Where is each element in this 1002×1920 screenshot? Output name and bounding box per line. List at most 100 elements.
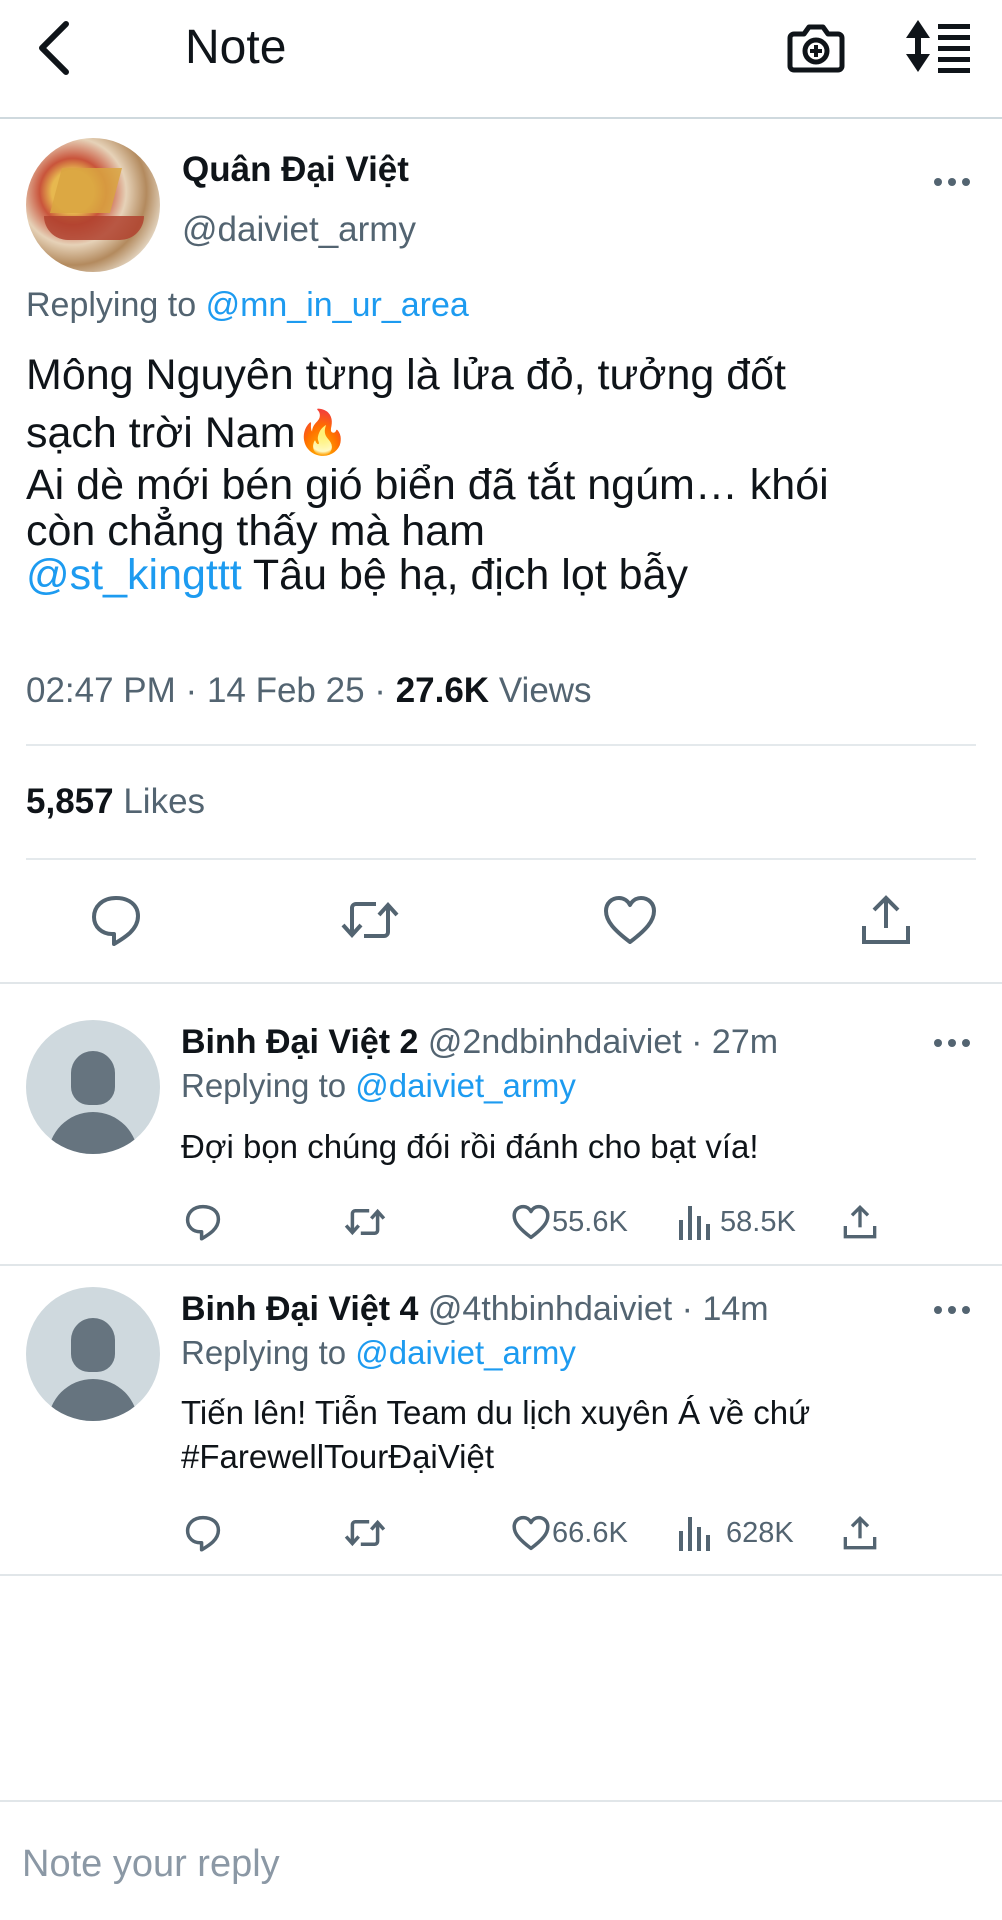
replying-to-label: Replying to (181, 1334, 347, 1371)
replying-to-handle[interactable]: @daiviet_army (355, 1067, 576, 1104)
retweet-button[interactable] (342, 1200, 388, 1244)
divider (26, 744, 976, 746)
reply-composer (0, 1800, 1002, 1920)
share-icon (862, 895, 910, 944)
reply-time: 27m (711, 1023, 779, 1061)
comment-icon (92, 896, 140, 946)
heart-icon (512, 1204, 550, 1240)
share-button[interactable] (840, 1200, 880, 1244)
default-avatar-body (48, 1379, 138, 1421)
reply-text: Đợi bọn chúng đói rồi đánh cho bạt vía! (181, 1128, 759, 1165)
likes-count: 5,857 (26, 782, 114, 821)
tweet-text-fragment: Tâu bệ hạ, địch lọt bẫy (241, 551, 688, 599)
analytics-icon (679, 1517, 710, 1551)
replying-to-label: Replying to (181, 1067, 347, 1104)
view-count: 628K (726, 1516, 794, 1549)
page-title: Note (185, 21, 287, 74)
share-button[interactable] (840, 1511, 880, 1555)
avatar-image-hull (44, 216, 144, 240)
back-button[interactable] (32, 18, 82, 78)
sort-button[interactable] (904, 14, 974, 78)
likes-label: Likes (123, 782, 206, 821)
chevron-left-icon (39, 21, 69, 75)
tweet-date: 14 Feb 25 (206, 671, 365, 710)
tweet-text-line: @st_kingttt Tâu bệ hạ, địch lọt bẫy (26, 546, 976, 604)
replying-to: Replying to @daiviet_army (181, 1065, 576, 1107)
like-button[interactable]: 66.6K (510, 1511, 628, 1555)
more-options-button[interactable] (932, 1298, 972, 1322)
reply-time: 14m (702, 1290, 769, 1328)
more-dots-icon (934, 178, 970, 186)
heart-icon (512, 1515, 550, 1551)
like-count: 66.6K (552, 1516, 628, 1549)
reply-button[interactable] (182, 1511, 224, 1555)
retweet-icon (344, 1208, 386, 1236)
tweet-time: 02:47 PM (26, 671, 176, 710)
camera-button[interactable] (786, 14, 846, 78)
view-count: 58.5K (720, 1205, 796, 1238)
reply-author-handle[interactable]: @4thbinhdaiviet (428, 1290, 672, 1328)
like-count: 55.6K (552, 1205, 628, 1238)
hashtag-link[interactable]: #FarewellTourĐạiViệt (181, 1435, 494, 1479)
comment-icon (185, 1204, 221, 1241)
divider (0, 1574, 1002, 1576)
sort-list-icon (906, 20, 970, 73)
replying-to-handle[interactable]: @daiviet_army (355, 1334, 576, 1371)
tweet-text-line: Mông Nguyên từng là lửa đỏ, tưởng đốt (26, 351, 786, 399)
author-handle[interactable]: @daiviet_army (182, 208, 416, 252)
top-bar: Note (0, 0, 1002, 119)
replying-to: Replying to @daiviet_army (181, 1332, 576, 1374)
reply-text: Tiến lên! Tiễn Team du lịch xuyên Á về c… (181, 1394, 811, 1431)
more-options-button[interactable] (932, 170, 972, 194)
tweet-text: Mông Nguyên từng là lửa đỏ, tưởng đốt sạ… (26, 346, 976, 604)
reply-author: Binh Đại Việt 2 @2ndbinhdaiviet · 27m (181, 1023, 779, 1061)
reply-author-handle[interactable]: @2ndbinhdaiviet (428, 1023, 682, 1061)
author-avatar[interactable] (26, 138, 160, 272)
retweet-button[interactable] (340, 890, 400, 950)
reply-avatar[interactable] (26, 1020, 160, 1154)
analytics-icon (679, 1206, 710, 1240)
reply-author: Binh Đại Việt 4 @4thbinhdaiviet · 14m (181, 1290, 769, 1328)
reply-avatar[interactable] (26, 1287, 160, 1421)
reply-input[interactable] (22, 1836, 962, 1892)
more-dots-icon (934, 1039, 970, 1047)
tweet-text-line: sạch trời Nam🔥 (26, 404, 976, 462)
views-button[interactable]: 628K (676, 1511, 794, 1555)
reply-author-name[interactable]: Binh Đại Việt 4 (181, 1290, 418, 1328)
heart-icon (604, 896, 656, 944)
more-options-button[interactable] (932, 1031, 972, 1055)
mention-link[interactable]: @st_kingttt (26, 551, 242, 599)
views-label: Views (498, 671, 592, 710)
default-avatar-body (48, 1112, 138, 1154)
retweet-button[interactable] (342, 1511, 388, 1555)
share-icon (843, 1204, 877, 1239)
default-avatar-head (71, 1051, 115, 1105)
reply-button[interactable] (86, 890, 146, 950)
views-count: 27.6K (395, 671, 490, 710)
replying-to-label: Replying to (26, 286, 197, 324)
like-button[interactable] (600, 890, 660, 950)
share-icon (843, 1515, 877, 1550)
reply-button[interactable] (182, 1200, 224, 1244)
retweet-icon (341, 902, 399, 938)
divider (0, 982, 1002, 984)
reply-author-name[interactable]: Binh Đại Việt 2 (181, 1023, 418, 1061)
retweet-icon (344, 1519, 386, 1547)
views-button[interactable]: 58.5K (676, 1200, 796, 1244)
comment-icon (185, 1515, 221, 1552)
tweet-meta: 02:47 PM · 14 Feb 25 · 27.6K Views (26, 671, 592, 710)
share-button[interactable] (856, 890, 916, 950)
replying-to: Replying to @mn_in_ur_area (26, 283, 469, 327)
tweet-text-fragment: sạch trời Nam (26, 409, 296, 457)
divider (26, 858, 976, 860)
default-avatar-head (71, 1318, 115, 1372)
avatar-image-sail (49, 168, 123, 213)
camera-plus-icon (787, 24, 845, 73)
likes-summary[interactable]: 5,857 Likes (26, 780, 205, 824)
more-dots-icon (934, 1306, 970, 1314)
author-name[interactable]: Quân Đại Việt (182, 148, 409, 192)
like-button[interactable]: 55.6K (510, 1200, 628, 1244)
fire-emoji: 🔥 (295, 409, 350, 457)
divider (0, 1264, 1002, 1266)
replying-to-handle[interactable]: @mn_in_ur_area (206, 286, 469, 324)
